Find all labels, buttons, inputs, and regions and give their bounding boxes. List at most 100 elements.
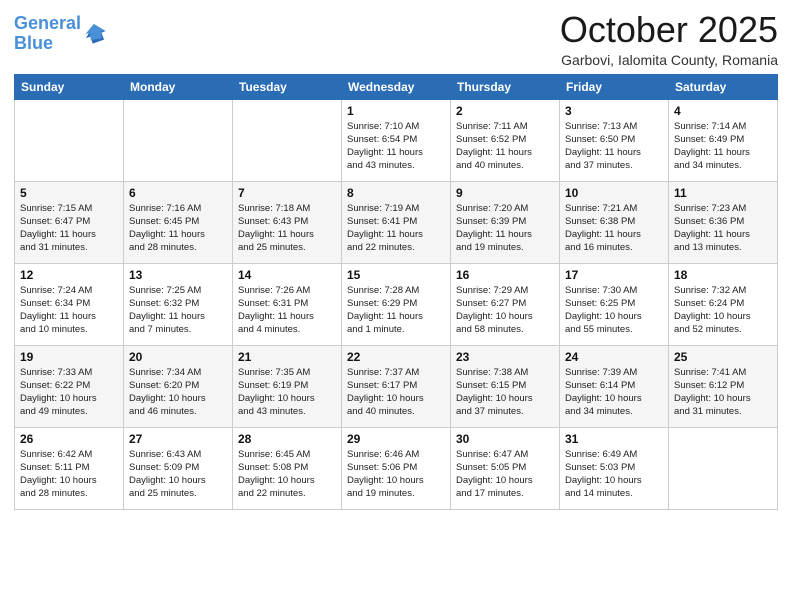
table-row [233,99,342,181]
day-info: Sunrise: 6:42 AM Sunset: 5:11 PM Dayligh… [20,448,118,501]
table-row: 29 Sunrise: 6:46 AM Sunset: 5:06 PM Dayli… [342,427,451,509]
day-info: Sunrise: 7:18 AM Sunset: 6:43 PM Dayligh… [238,202,336,255]
table-row: 10 Sunrise: 7:21 AM Sunset: 6:38 PM Dayli… [560,181,669,263]
day-number: 28 [238,432,336,446]
calendar-week-row: 26 Sunrise: 6:42 AM Sunset: 5:11 PM Dayli… [15,427,778,509]
day-number: 11 [674,186,772,200]
day-info: Sunrise: 7:26 AM Sunset: 6:31 PM Dayligh… [238,284,336,337]
day-number: 14 [238,268,336,282]
table-row: 24 Sunrise: 7:39 AM Sunset: 6:14 PM Dayli… [560,345,669,427]
table-row: 22 Sunrise: 7:37 AM Sunset: 6:17 PM Dayli… [342,345,451,427]
day-number: 26 [20,432,118,446]
day-number: 4 [674,104,772,118]
table-row: 26 Sunrise: 6:42 AM Sunset: 5:11 PM Dayli… [15,427,124,509]
day-info: Sunrise: 7:34 AM Sunset: 6:20 PM Dayligh… [129,366,227,419]
day-number: 8 [347,186,445,200]
table-row: 7 Sunrise: 7:18 AM Sunset: 6:43 PM Daylig… [233,181,342,263]
day-info: Sunrise: 7:39 AM Sunset: 6:14 PM Dayligh… [565,366,663,419]
table-row: 30 Sunrise: 6:47 AM Sunset: 5:05 PM Dayli… [451,427,560,509]
day-number: 7 [238,186,336,200]
calendar-week-row: 19 Sunrise: 7:33 AM Sunset: 6:22 PM Dayli… [15,345,778,427]
logo-text: General Blue [14,14,81,54]
day-number: 19 [20,350,118,364]
day-number: 31 [565,432,663,446]
page: General Blue October 2025 Garbovi, Ialom… [0,0,792,612]
table-row: 9Sunrise: 7:20 AM Sunset: 6:39 PM Daylig… [451,181,560,263]
table-row: 31 Sunrise: 6:49 AM Sunset: 5:03 PM Dayli… [560,427,669,509]
day-info: Sunrise: 7:24 AM Sunset: 6:34 PM Dayligh… [20,284,118,337]
day-number: 24 [565,350,663,364]
calendar-week-row: 1 Sunrise: 7:10 AM Sunset: 6:54 PM Daylig… [15,99,778,181]
calendar-header-row: Sunday Monday Tuesday Wednesday Thursday… [15,74,778,99]
month-title: October 2025 [560,10,778,50]
table-row: 16 Sunrise: 7:29 AM Sunset: 6:27 PM Dayli… [451,263,560,345]
day-number: 25 [674,350,772,364]
col-friday: Friday [560,74,669,99]
header: General Blue October 2025 Garbovi, Ialom… [14,10,778,68]
day-number: 15 [347,268,445,282]
title-block: October 2025 Garbovi, Ialomita County, R… [560,10,778,68]
day-number: 23 [456,350,554,364]
logo: General Blue [14,14,111,54]
logo-icon [83,20,111,48]
day-info: Sunrise: 7:33 AM Sunset: 6:22 PM Dayligh… [20,366,118,419]
day-number: 22 [347,350,445,364]
day-number: 29 [347,432,445,446]
table-row: 20 Sunrise: 7:34 AM Sunset: 6:20 PM Dayli… [124,345,233,427]
table-row: 15 Sunrise: 7:28 AM Sunset: 6:29 PM Dayli… [342,263,451,345]
table-row: 13 Sunrise: 7:25 AM Sunset: 6:32 PM Dayli… [124,263,233,345]
day-info: Sunrise: 7:11 AM Sunset: 6:52 PM Dayligh… [456,120,554,173]
table-row: 12 Sunrise: 7:24 AM Sunset: 6:34 PM Dayli… [15,263,124,345]
day-number: 20 [129,350,227,364]
day-number: 5 [20,186,118,200]
table-row: 23 Sunrise: 7:38 AM Sunset: 6:15 PM Dayli… [451,345,560,427]
calendar-week-row: 5 Sunrise: 7:15 AM Sunset: 6:47 PM Daylig… [15,181,778,263]
location: Garbovi, Ialomita County, Romania [560,52,778,68]
table-row [124,99,233,181]
day-number: 13 [129,268,227,282]
day-info: Sunrise: 7:10 AM Sunset: 6:54 PM Dayligh… [347,120,445,173]
calendar-table: Sunday Monday Tuesday Wednesday Thursday… [14,74,778,510]
day-info: Sunrise: 7:38 AM Sunset: 6:15 PM Dayligh… [456,366,554,419]
day-info: Sunrise: 7:13 AM Sunset: 6:50 PM Dayligh… [565,120,663,173]
day-number: 27 [129,432,227,446]
table-row: 18 Sunrise: 7:32 AM Sunset: 6:24 PM Dayli… [669,263,778,345]
day-number: 16 [456,268,554,282]
table-row: 25Sunrise: 7:41 AM Sunset: 6:12 PM Dayli… [669,345,778,427]
day-number: 6 [129,186,227,200]
day-info: Sunrise: 6:47 AM Sunset: 5:05 PM Dayligh… [456,448,554,501]
table-row: 21 Sunrise: 7:35 AM Sunset: 6:19 PM Dayli… [233,345,342,427]
col-sunday: Sunday [15,74,124,99]
day-info: Sunrise: 7:16 AM Sunset: 6:45 PM Dayligh… [129,202,227,255]
day-info: Sunrise: 7:29 AM Sunset: 6:27 PM Dayligh… [456,284,554,337]
col-tuesday: Tuesday [233,74,342,99]
day-info: Sunrise: 7:25 AM Sunset: 6:32 PM Dayligh… [129,284,227,337]
day-number: 18 [674,268,772,282]
day-info: Sunrise: 6:46 AM Sunset: 5:06 PM Dayligh… [347,448,445,501]
table-row: 3Sunrise: 7:13 AM Sunset: 6:50 PM Daylig… [560,99,669,181]
table-row: 17Sunrise: 7:30 AM Sunset: 6:25 PM Dayli… [560,263,669,345]
table-row: 14 Sunrise: 7:26 AM Sunset: 6:31 PM Dayli… [233,263,342,345]
day-info: Sunrise: 7:15 AM Sunset: 6:47 PM Dayligh… [20,202,118,255]
table-row: 8Sunrise: 7:19 AM Sunset: 6:41 PM Daylig… [342,181,451,263]
day-info: Sunrise: 7:32 AM Sunset: 6:24 PM Dayligh… [674,284,772,337]
table-row: 2 Sunrise: 7:11 AM Sunset: 6:52 PM Daylig… [451,99,560,181]
col-wednesday: Wednesday [342,74,451,99]
day-number: 2 [456,104,554,118]
calendar-week-row: 12 Sunrise: 7:24 AM Sunset: 6:34 PM Dayli… [15,263,778,345]
table-row: 5 Sunrise: 7:15 AM Sunset: 6:47 PM Daylig… [15,181,124,263]
day-number: 30 [456,432,554,446]
day-number: 10 [565,186,663,200]
day-info: Sunrise: 7:35 AM Sunset: 6:19 PM Dayligh… [238,366,336,419]
table-row [15,99,124,181]
col-monday: Monday [124,74,233,99]
day-info: Sunrise: 7:28 AM Sunset: 6:29 PM Dayligh… [347,284,445,337]
day-number: 1 [347,104,445,118]
day-info: Sunrise: 7:37 AM Sunset: 6:17 PM Dayligh… [347,366,445,419]
day-info: Sunrise: 7:21 AM Sunset: 6:38 PM Dayligh… [565,202,663,255]
day-info: Sunrise: 6:45 AM Sunset: 5:08 PM Dayligh… [238,448,336,501]
day-number: 12 [20,268,118,282]
table-row: 6 Sunrise: 7:16 AM Sunset: 6:45 PM Daylig… [124,181,233,263]
day-number: 21 [238,350,336,364]
day-info: Sunrise: 6:49 AM Sunset: 5:03 PM Dayligh… [565,448,663,501]
